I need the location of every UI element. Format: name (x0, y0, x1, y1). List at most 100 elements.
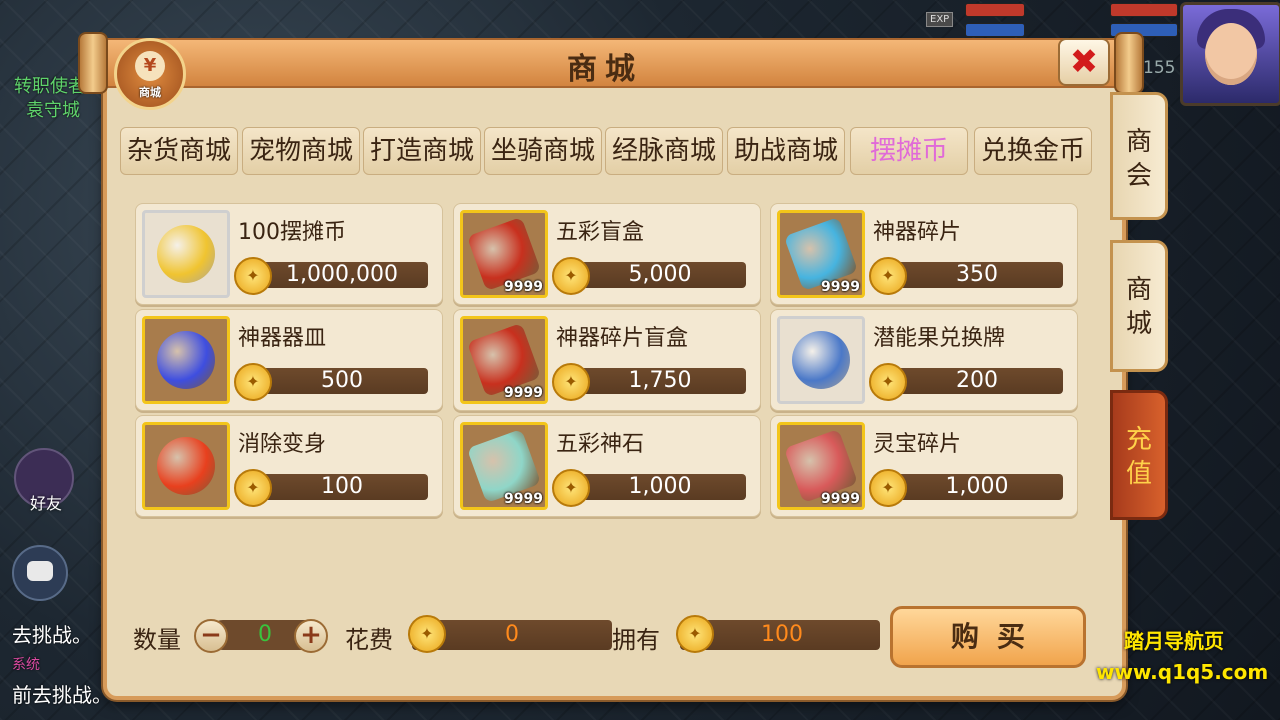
coin-icon: ✦ (234, 363, 272, 401)
item-name: 消除变身 (238, 432, 327, 457)
coin-icon: ✦ (676, 615, 714, 653)
hp-mp-bars (965, 3, 1025, 43)
chat-icon (27, 561, 53, 581)
coin-icon: ✦ (552, 469, 590, 507)
quantity-value[interactable]: 0 (240, 620, 290, 650)
avatar-face (1205, 23, 1257, 85)
shop-item[interactable]: 9999 五彩盲盒 ✦ 5,000 (453, 203, 761, 305)
exp-label: EXP (926, 12, 954, 27)
item-price: 1,000 (628, 474, 692, 499)
player-hp-bar (1110, 3, 1178, 17)
plus-button[interactable]: + (294, 619, 328, 653)
close-button[interactable]: ✖ (1058, 38, 1110, 86)
item-name: 五彩神石 (556, 432, 645, 457)
item-price-bar: ✦ 200 (869, 363, 1063, 401)
side-tab-recharge[interactable]: 充值 (1110, 390, 1168, 520)
tab-grocery[interactable]: 杂货商城 (120, 127, 238, 175)
quantity-label: 数量 (133, 626, 181, 654)
item-price-bar: ✦ 1,000 (552, 469, 746, 507)
shop-item[interactable]: 消除变身 ✦ 100 (135, 415, 443, 517)
coin-icon: ✦ (869, 257, 907, 295)
shop-item[interactable]: 9999 神器碎片 ✦ 350 (770, 203, 1078, 305)
chat-log: 去挑战。 系统 前去挑战。 (12, 620, 112, 710)
item-price-bar: ✦ 350 (869, 257, 1063, 295)
item-name: 五彩盲盒 (556, 220, 645, 245)
tab-exchange-gold[interactable]: 兑换金币 (974, 127, 1092, 175)
red-orb-icon (142, 422, 230, 510)
item-price: 1,000,000 (286, 262, 398, 287)
item-icon-graphic (792, 331, 850, 389)
item-price: 5,000 (628, 262, 692, 287)
chat-line: 前去挑战。 (12, 683, 112, 707)
tab-assist[interactable]: 助战商城 (727, 127, 845, 175)
shop-item[interactable]: 9999 神器碎片盲盒 ✦ 1,750 (453, 309, 761, 411)
item-name: 神器碎片盲盒 (556, 326, 689, 351)
coin-icon: ✦ (552, 257, 590, 295)
item-icon-graphic (157, 225, 215, 283)
blue-orb-icon (142, 316, 230, 404)
red-box-icon: 9999 (460, 210, 548, 298)
buy-button[interactable]: 购买 (890, 606, 1086, 668)
chat-line: 去挑战。 (12, 623, 92, 647)
item-price-bar: ✦ 1,000,000 (234, 257, 428, 295)
side-tab-recharge-label: 充值 (1125, 425, 1152, 489)
red-box-icon: 9999 (460, 316, 548, 404)
shop-item[interactable]: 9999 五彩神石 ✦ 1,000 (453, 415, 761, 517)
coin-icon: ✦ (234, 469, 272, 507)
owned-label: 拥有 (612, 626, 660, 654)
tab-mount[interactable]: 坐骑商城 (484, 127, 602, 175)
item-price: 200 (956, 368, 998, 393)
item-price: 1,000 (945, 474, 1009, 499)
coin-icon: ✦ (234, 257, 272, 295)
mp-bar (965, 23, 1025, 37)
side-tab-guild-label: 商会 (1125, 127, 1152, 191)
cost-value: 0 (505, 622, 519, 647)
item-name: 灵宝碎片 (873, 432, 962, 457)
cost-label: 花费 (345, 626, 393, 654)
item-name: 100摆摊币 (238, 220, 346, 245)
item-price-bar: ✦ 5,000 (552, 257, 746, 295)
shop-item[interactable]: 神器器皿 ✦ 500 (135, 309, 443, 411)
tab-meridian[interactable]: 经脉商城 (605, 127, 723, 175)
red-stone-icon: 9999 (777, 422, 865, 510)
item-stack-count: 9999 (821, 279, 860, 295)
npc-place: 袁守城 (26, 100, 80, 121)
item-price: 1,750 (628, 368, 692, 393)
item-price-bar: ✦ 500 (234, 363, 428, 401)
item-price: 100 (321, 474, 363, 499)
shop-item[interactable]: 9999 灵宝碎片 ✦ 1,000 (770, 415, 1078, 517)
watermark-url: www.q1q5.com (1096, 660, 1269, 684)
item-price-bar: ✦ 100 (234, 469, 428, 507)
shop-logo-icon: ¥ 商城 (114, 38, 186, 110)
coin-icon: ✦ (552, 363, 590, 401)
item-icon-graphic (157, 331, 215, 389)
chat-line: 系统 (12, 657, 40, 673)
item-price: 350 (956, 262, 998, 287)
silver-badge-icon (777, 316, 865, 404)
item-name: 潜能果兑换牌 (873, 326, 1006, 351)
shop-logo-label: 商城 (139, 86, 161, 99)
item-price-bar: ✦ 1,750 (552, 363, 746, 401)
tab-stall-coin[interactable]: 摆摊币 (850, 127, 968, 175)
item-stack-count: 9999 (504, 279, 543, 295)
item-stack-count: 9999 (504, 385, 543, 401)
item-stack-count: 9999 (504, 491, 543, 507)
item-price: 500 (321, 368, 363, 393)
gold-coin-icon (142, 210, 230, 298)
side-tab-mall[interactable]: 商城 (1110, 240, 1168, 372)
crystal-icon: 9999 (460, 422, 548, 510)
money-bag-icon: ¥ (135, 51, 165, 81)
watermark-title: 踏月导航页 (1124, 629, 1224, 653)
chat-button[interactable] (12, 545, 68, 601)
shop-item[interactable]: 100摆摊币 ✦ 1,000,000 (135, 203, 443, 305)
side-tab-guild[interactable]: 商会 (1110, 92, 1168, 220)
coin-icon: ✦ (869, 469, 907, 507)
minus-button[interactable]: − (194, 619, 228, 653)
shop-item[interactable]: 潜能果兑换牌 ✦ 200 (770, 309, 1078, 411)
friends-label: 好友 (30, 494, 63, 513)
item-name: 神器器皿 (238, 326, 327, 351)
tab-forge[interactable]: 打造商城 (363, 127, 481, 175)
tab-pet[interactable]: 宠物商城 (242, 127, 360, 175)
coin-icon: ✦ (408, 615, 446, 653)
item-price-bar: ✦ 1,000 (869, 469, 1063, 507)
